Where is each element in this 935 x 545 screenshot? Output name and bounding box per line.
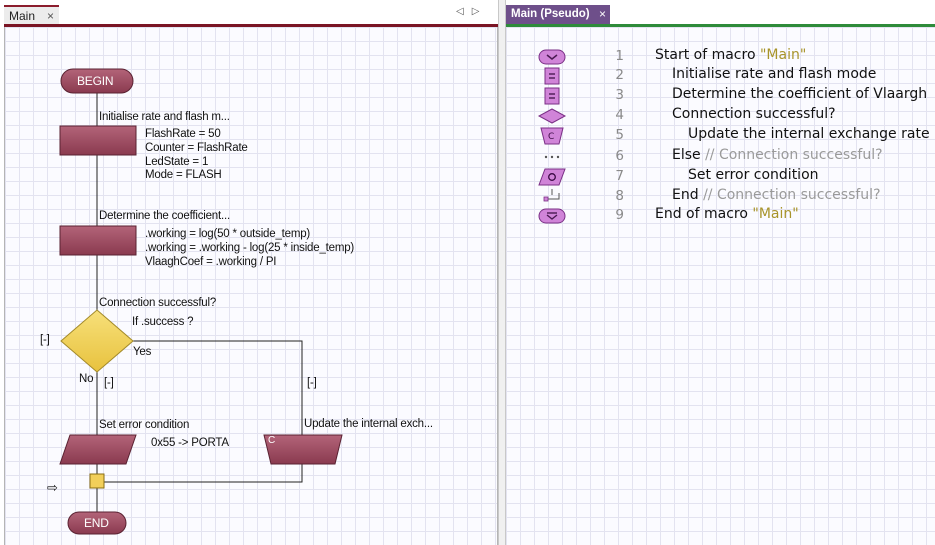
- flow-line-merge: [103, 464, 303, 483]
- begin-label: BEGIN: [77, 74, 114, 88]
- pseudo-line[interactable]: 3 Determine the coefficient of Vlaargh: [506, 86, 935, 106]
- calc2-title: Determine the coefficient...: [99, 210, 230, 222]
- else-icon: [544, 155, 560, 159]
- current-position-arrow-icon: ⇨: [47, 480, 58, 495]
- connection-point[interactable]: [89, 473, 105, 489]
- c-code-label: C: [268, 435, 276, 446]
- calc1-title: Initialise rate and flash m...: [99, 111, 230, 123]
- pseudo-line[interactable]: 4 Connection successful?: [506, 106, 935, 126]
- calculation-icon: [544, 87, 560, 105]
- pseudo-comment: // Connection successful?: [703, 187, 881, 203]
- calc1-line-1: FlashRate = 50: [145, 128, 221, 140]
- pseudo-line[interactable]: 1 Start of macro "Main": [506, 47, 935, 67]
- end-icon: [538, 208, 566, 224]
- pseudo-line[interactable]: 7 Set error condition: [506, 167, 935, 187]
- pseudo-text: Connection successful?: [672, 106, 836, 122]
- chevron-right-icon[interactable]: ▷: [472, 6, 488, 17]
- calc1-line-2: Counter = FlashRate: [145, 142, 248, 154]
- pseudo-line[interactable]: 9 End of macro "Main": [506, 206, 935, 226]
- pseudo-text: Start of macro: [655, 47, 760, 63]
- line-number: 2: [615, 67, 624, 83]
- pseudo-line[interactable]: 6 Else // Connection successful?: [506, 147, 935, 167]
- close-icon[interactable]: ×: [47, 9, 54, 23]
- output-block[interactable]: [59, 434, 137, 465]
- calc1-line-4: Mode = FLASH: [145, 169, 222, 181]
- tab-main-pseudo[interactable]: Main (Pseudo) ×: [506, 5, 610, 24]
- calculation-icon: [544, 67, 560, 85]
- c-code-icon: C: [540, 127, 564, 145]
- pseudo-text: End of macro: [655, 206, 753, 222]
- pseudo-tab-bar: Main (Pseudo) ×: [506, 0, 935, 27]
- tab-scroll-arrows[interactable]: ◁▷: [456, 6, 487, 17]
- collapse-yes-branch-toggle[interactable]: [-]: [307, 377, 317, 389]
- pseudo-string: "Main": [759, 47, 807, 63]
- decision-condition: If .success ?: [132, 316, 194, 328]
- line-number: 7: [615, 168, 624, 184]
- pseudo-text: Update the internal exchange rate: [688, 126, 930, 142]
- tab-pseudo-label: Main (Pseudo): [511, 8, 590, 20]
- c-code-title: Update the internal exch...: [304, 418, 433, 430]
- output-title: Set error condition: [99, 419, 190, 431]
- pseudo-text: Determine the coefficient of Vlaargh: [672, 86, 928, 102]
- line-number: 6: [615, 148, 624, 164]
- decision-icon: [537, 108, 567, 124]
- line-number: 8: [615, 188, 624, 204]
- calc2-line-1: .working = log(50 * outside_temp): [145, 228, 311, 240]
- pseudo-string: "Main": [752, 206, 799, 222]
- pseudo-text: Set error condition: [688, 167, 819, 183]
- pseudo-line[interactable]: C 5 Update the internal exchange rate: [506, 126, 935, 146]
- close-icon[interactable]: ×: [599, 7, 606, 21]
- svg-text:C: C: [548, 132, 554, 142]
- pseudo-line[interactable]: 8 End // Connection successful?: [506, 187, 935, 207]
- decision-title: Connection successful?: [99, 297, 217, 309]
- output-text: 0x55 -> PORTA: [151, 437, 229, 449]
- collapse-decision-toggle[interactable]: [-]: [40, 334, 50, 346]
- decision-yes-label: Yes: [133, 346, 152, 358]
- line-number: 3: [615, 87, 624, 103]
- tab-main-label: Main: [9, 9, 36, 23]
- pseudo-text: Initialise rate and flash mode: [672, 66, 877, 82]
- panel-splitter[interactable]: [498, 0, 506, 545]
- output-icon: [538, 168, 566, 186]
- pseudo-line[interactable]: 2 Initialise rate and flash mode: [506, 66, 935, 86]
- end-label: END: [84, 516, 109, 530]
- flowchart-tab-bar: Main × ◁▷: [0, 0, 498, 27]
- pseudo-text: End: [672, 187, 704, 203]
- end-if-icon: [543, 189, 560, 202]
- calc1-line-3: LedState = 1: [145, 156, 209, 168]
- line-number: 4: [615, 107, 624, 123]
- line-number: 9: [615, 207, 624, 223]
- tab-main[interactable]: Main ×: [4, 5, 59, 24]
- calc2-line-3: VlaaghCoef = .working / PI: [145, 256, 277, 268]
- calculation-block-1[interactable]: [59, 125, 137, 156]
- begin-icon: [538, 49, 566, 65]
- line-number: 5: [615, 127, 624, 143]
- line-number: 1: [615, 48, 624, 64]
- c-code-block[interactable]: [263, 434, 343, 465]
- collapse-no-branch-toggle[interactable]: [-]: [104, 377, 114, 389]
- calculation-block-2[interactable]: [59, 225, 137, 256]
- decision-no-label: No: [79, 373, 94, 385]
- flowchart-canvas[interactable]: BEGIN Initialise rate and flash m... Fla…: [4, 27, 498, 545]
- decision-block[interactable]: [60, 309, 134, 373]
- flowchart-diagram: [59, 68, 343, 535]
- pseudo-code-view[interactable]: 1 Start of macro "Main" 2 Initialise rat…: [506, 27, 935, 545]
- chevron-left-icon[interactable]: ◁: [456, 6, 472, 17]
- pseudo-text: Else: [672, 147, 706, 163]
- pseudo-comment: // Connection successful?: [705, 147, 883, 163]
- calc2-line-2: .working = .working - log(25 * inside_te…: [145, 242, 355, 254]
